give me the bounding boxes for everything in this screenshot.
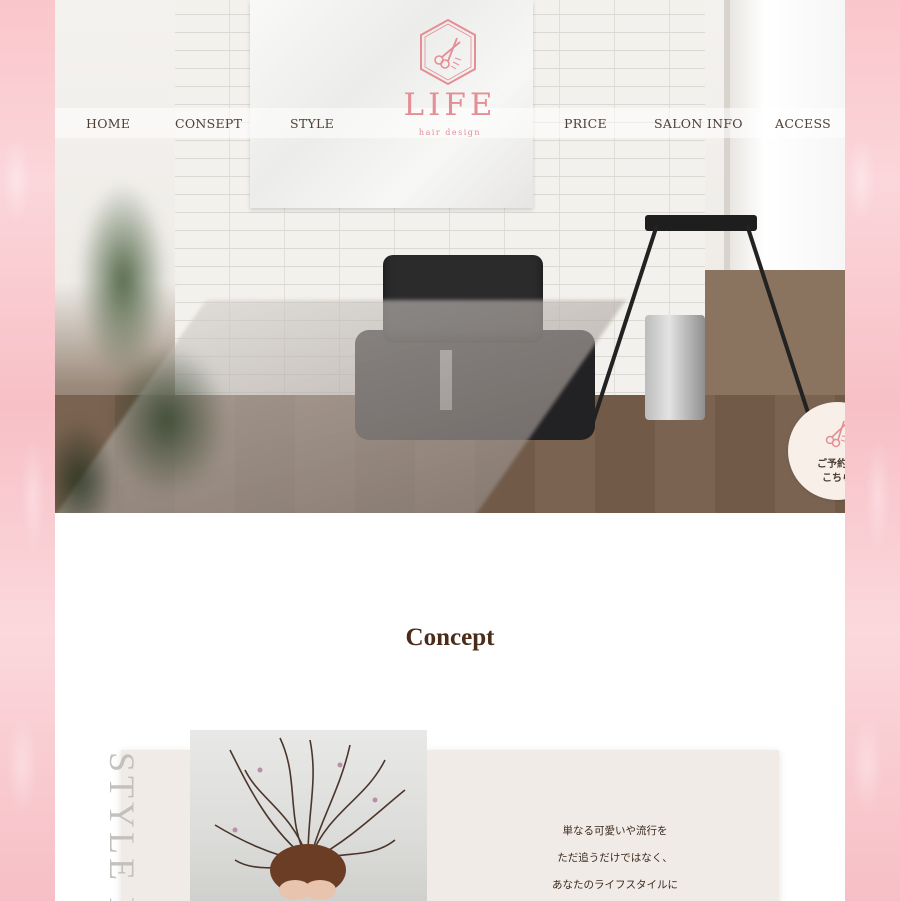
nav-home[interactable]: HOME [86,116,130,131]
concept-line-1: 単なる可愛いや流行を [562,825,668,837]
salon-cart [645,215,757,231]
nav-style[interactable]: STYLE [290,116,334,131]
hair-spread-photo [214,737,406,900]
nav-price[interactable]: PRICE [564,116,607,131]
left-pink-border [0,0,55,901]
nav-salon-info[interactable]: SALON INFO [654,116,743,131]
page-main: HOME CONSEPT STYLE PRICE SALON INFO ACCE… [55,0,845,901]
nav-access[interactable]: ACCESS [775,116,831,131]
logo-title[interactable]: LIFE [395,90,505,121]
concept-line-3: あなたのライフスタイルに [552,879,678,891]
concept-line-2: ただ追うだけではなく、 [557,852,673,864]
scissors-icon [825,420,845,448]
trash-bin [645,315,705,420]
reserve-label-line-2: こちら [822,473,845,484]
concept-heading: Concept [405,624,495,651]
scissors-hexagon-icon[interactable] [417,18,479,86]
reserve-label-line-1: ご予約は [817,459,845,470]
right-pink-border [845,0,900,901]
logo-subtitle: hair design [418,128,482,137]
blurred-plant [55,120,255,513]
nav-consept[interactable]: CONSEPT [175,116,242,131]
reserve-button-label: ご予約は こちら [788,458,845,486]
concept-body-text: 単なる可愛いや流行を ただ追うだけではなく、 あなたのライフスタイルに [500,818,730,899]
vertical-style-fit-text: STYLE FIT [102,752,142,901]
concept-photo [190,730,427,901]
